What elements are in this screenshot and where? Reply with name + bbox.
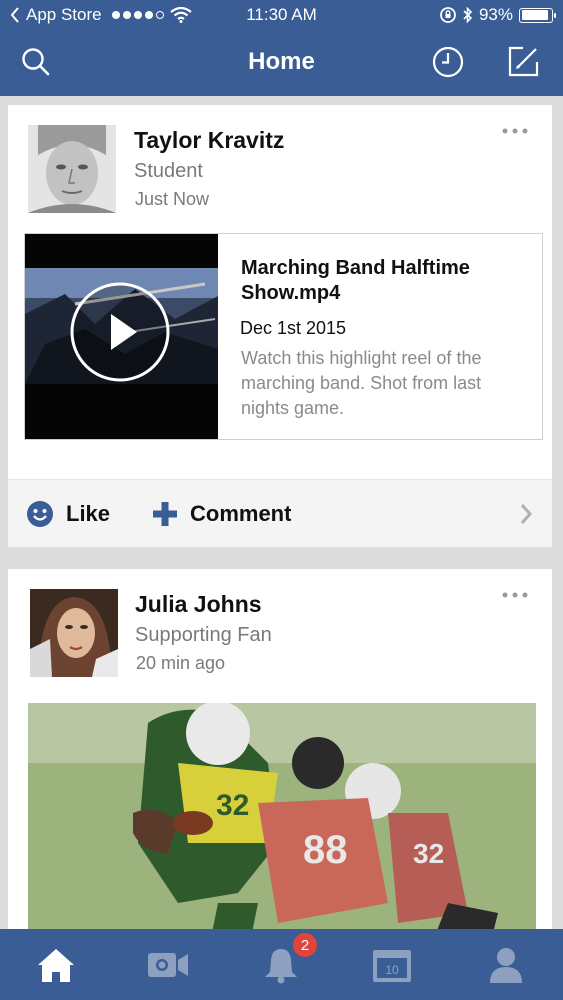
- battery-percent: 93%: [478, 5, 513, 24]
- svg-text:32: 32: [413, 838, 444, 869]
- rotation-lock-icon: [440, 7, 456, 23]
- like-button[interactable]: Like: [26, 480, 110, 548]
- author-role: Supporting Fan: [135, 624, 272, 646]
- post-photo[interactable]: 32 88 32: [28, 703, 536, 953]
- post-actions: Like Comment: [8, 479, 552, 547]
- plus-icon: [153, 502, 177, 526]
- post-timestamp: Just Now: [135, 189, 210, 209]
- svg-text:32: 32: [216, 789, 249, 822]
- video-icon[interactable]: [146, 945, 190, 985]
- avatar[interactable]: [30, 589, 118, 677]
- attachment-title[interactable]: Marching Band Halftime Show.mp4: [241, 256, 531, 306]
- tab-bar: 10: [0, 929, 563, 1000]
- chevron-right-icon[interactable]: [518, 502, 534, 526]
- comment-button[interactable]: Comment: [152, 480, 291, 548]
- profile-icon[interactable]: [484, 945, 528, 985]
- author-role: Student: [134, 160, 203, 182]
- post-card: Julia Johns Supporting Fan 20 min ago 32…: [8, 569, 552, 953]
- attachment-date: Dec 1st 2015: [240, 318, 347, 338]
- home-icon[interactable]: [34, 945, 78, 985]
- battery-icon: [519, 7, 556, 23]
- notification-badge: 2: [292, 932, 318, 958]
- smiley-icon: [27, 501, 53, 527]
- author-name[interactable]: Julia Johns: [135, 591, 262, 618]
- post-card: Taylor Kravitz Student Just Now Marching…: [8, 105, 552, 547]
- bluetooth-icon: [463, 6, 473, 24]
- like-label: Like: [66, 501, 111, 526]
- attachment-description: Watch this highlight reel of the marchin…: [241, 348, 482, 418]
- comment-label: Comment: [190, 501, 292, 526]
- page-title: Home: [248, 48, 315, 75]
- calendar-icon[interactable]: 10: [370, 945, 414, 985]
- author-name[interactable]: Taylor Kravitz: [134, 127, 284, 154]
- status-bar: App Store 11:30 AM 93%: [0, 0, 563, 30]
- compose-icon[interactable]: [505, 44, 541, 80]
- more-icon[interactable]: [500, 587, 530, 603]
- top-bar: App Store 11:30 AM 93% Home: [0, 0, 563, 96]
- calendar-day: 10: [385, 963, 399, 977]
- video-thumbnail[interactable]: [25, 234, 218, 439]
- clock-icon[interactable]: [430, 44, 466, 80]
- more-icon[interactable]: [500, 123, 530, 139]
- status-right: 93%: [439, 5, 556, 25]
- svg-text:88: 88: [303, 828, 348, 872]
- avatar[interactable]: [28, 125, 116, 213]
- nav-bar: Home: [0, 30, 563, 96]
- video-attachment[interactable]: Marching Band Halftime Show.mp4 Dec 1st …: [24, 233, 543, 440]
- post-timestamp: 20 min ago: [136, 653, 226, 673]
